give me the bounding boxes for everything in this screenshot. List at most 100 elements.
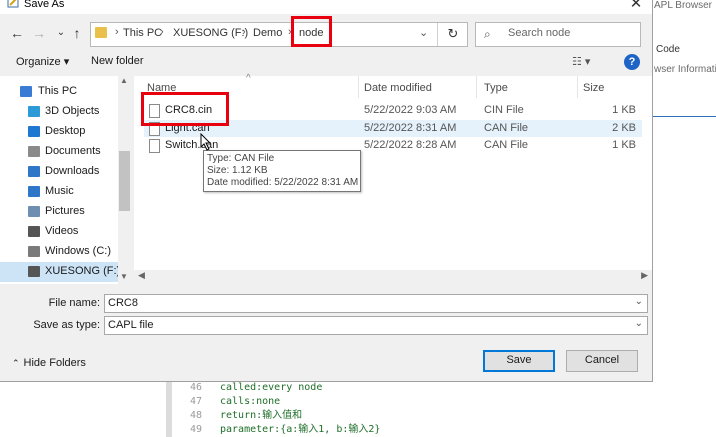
scroll-thumb[interactable] bbox=[119, 151, 130, 211]
desktop-icon bbox=[28, 126, 40, 137]
sort-arrow-icon: ^ bbox=[246, 73, 251, 84]
save-as-type-select[interactable]: CAPL file ⌄ bbox=[104, 316, 648, 335]
tooltip-modified: Date modified: 5/22/2022 8:31 AM bbox=[207, 177, 359, 188]
nav-item-downloads[interactable]: Downloads bbox=[0, 162, 118, 182]
line-number: 49 bbox=[190, 424, 203, 435]
column-type-header[interactable]: Type bbox=[484, 82, 508, 94]
code-lines: 46 called:every node 47 calls:none 48 retur… bbox=[190, 381, 380, 437]
code-line: 49 parameter:{a:输入1, b:输入2} bbox=[190, 423, 380, 437]
chevron-down-icon[interactable]: ⌄ bbox=[635, 296, 643, 307]
file-date: 5/22/2022 9:03 AM bbox=[364, 104, 457, 116]
column-date-header[interactable]: Date modified bbox=[364, 82, 432, 94]
scroll-up-icon[interactable]: ▲ bbox=[120, 76, 128, 85]
videos-icon bbox=[28, 226, 40, 237]
column-size-header[interactable]: Size bbox=[583, 82, 604, 94]
search-input[interactable]: ⌕ Search node bbox=[475, 22, 641, 47]
breadcrumb-drive[interactable]: XUESONG (F:) bbox=[173, 27, 248, 39]
nav-item-xuesong-f[interactable]: XUESONG (F:) bbox=[0, 262, 120, 282]
highlight-box-crc8 bbox=[141, 92, 229, 126]
hide-folders-button[interactable]: ⌃ Hide Folders bbox=[12, 357, 86, 369]
nav-item-3d-objects[interactable]: 3D Objects bbox=[0, 102, 118, 122]
chevron-right-icon: › bbox=[160, 26, 164, 38]
this-pc-icon bbox=[20, 86, 32, 97]
music-icon bbox=[28, 186, 40, 197]
chevron-down-icon[interactable]: ⌄ bbox=[635, 318, 643, 329]
save-as-icon bbox=[7, 0, 19, 8]
save-as-type-value: CAPL file bbox=[108, 319, 154, 331]
up-icon[interactable]: ↑ bbox=[68, 23, 86, 43]
nav-scrollbar[interactable]: ▲ ▼ bbox=[118, 76, 131, 284]
file-date: 5/22/2022 8:31 AM bbox=[364, 122, 457, 134]
column-divider bbox=[358, 76, 359, 98]
view-options-icon[interactable]: ☷ ▾ bbox=[572, 55, 590, 68]
downloads-icon bbox=[28, 166, 40, 177]
address-divider bbox=[437, 23, 438, 46]
save-button[interactable]: Save bbox=[483, 350, 555, 372]
file-type: CAN File bbox=[484, 122, 529, 134]
column-divider bbox=[476, 76, 477, 98]
chevron-right-icon: › bbox=[115, 26, 119, 38]
line-number: 46 bbox=[190, 382, 203, 393]
line-number: 47 bbox=[190, 396, 203, 407]
file-icon bbox=[149, 139, 160, 153]
refresh-icon[interactable]: ↻ bbox=[441, 22, 465, 45]
line-number: 48 bbox=[190, 410, 203, 421]
new-folder-button[interactable]: New folder bbox=[91, 55, 144, 67]
nav-item-this-pc[interactable]: This PC bbox=[0, 82, 118, 102]
panel-title: APL Browser bbox=[654, 0, 712, 11]
address-bar[interactable]: › This PC › XUESONG (F:) › Demo › node ⌄ bbox=[90, 22, 468, 47]
editor-gutter bbox=[166, 381, 172, 437]
code-text: parameter:{a:输入1, b:输入2} bbox=[220, 424, 381, 435]
nav-item-desktop[interactable]: Desktop bbox=[0, 122, 118, 142]
nav-item-documents[interactable]: Documents bbox=[0, 142, 118, 162]
nav-item-label: Desktop bbox=[45, 125, 86, 137]
cancel-button[interactable]: Cancel bbox=[566, 350, 638, 372]
back-icon[interactable]: ← bbox=[8, 23, 26, 43]
dialog-title: Save As bbox=[24, 0, 65, 10]
info-label: wser Informatio bbox=[654, 64, 716, 75]
search-icon: ⌕ bbox=[484, 27, 491, 41]
scroll-down-icon[interactable]: ▼ bbox=[120, 272, 128, 281]
code-text: calls:none bbox=[220, 396, 281, 407]
nav-item-label: 3D Objects bbox=[45, 105, 100, 117]
navigation-pane: This PC 3D Objects Desktop Documents Dow… bbox=[0, 76, 131, 284]
drive-icon bbox=[28, 246, 40, 257]
scroll-right-icon[interactable]: ▶ bbox=[641, 270, 648, 281]
nav-item-videos[interactable]: Videos bbox=[0, 222, 118, 242]
horizontal-scrollbar[interactable]: ◀ ▶ bbox=[134, 270, 652, 284]
breadcrumb-demo[interactable]: Demo bbox=[253, 27, 282, 39]
file-type: CIN File bbox=[484, 104, 524, 116]
breadcrumb-this-pc[interactable]: This PC bbox=[123, 27, 162, 39]
code-line: 48 return:输入值和 bbox=[190, 409, 380, 423]
help-icon[interactable]: ? bbox=[624, 54, 640, 70]
hide-folders-label: Hide Folders bbox=[23, 357, 86, 369]
save-as-type-label: Save as type: bbox=[33, 319, 100, 331]
tooltip-size: Size: 1.12 KB bbox=[207, 165, 268, 176]
nav-item-music[interactable]: Music bbox=[0, 182, 118, 202]
nav-item-pictures[interactable]: Pictures bbox=[0, 202, 118, 222]
highlight-box-node bbox=[291, 16, 332, 47]
nav-item-label: Music bbox=[45, 185, 74, 197]
code-text: return:输入值和 bbox=[220, 410, 303, 421]
close-icon[interactable]: ✕ bbox=[626, 0, 646, 12]
documents-icon bbox=[28, 146, 40, 157]
file-size: 1 KB bbox=[612, 139, 636, 151]
search-placeholder: Search node bbox=[508, 27, 571, 39]
nav-item-label: Videos bbox=[45, 225, 79, 237]
chevron-up-icon: ⌃ bbox=[12, 358, 20, 368]
nav-item-label: Pictures bbox=[45, 205, 85, 217]
chevron-down-icon[interactable]: ⌄ bbox=[419, 26, 428, 39]
file-type: CAN File bbox=[484, 139, 529, 151]
nav-item-windows-c[interactable]: Windows (C:) bbox=[0, 242, 118, 262]
forward-icon[interactable]: → bbox=[30, 23, 48, 43]
column-divider bbox=[577, 76, 578, 98]
file-date: 5/22/2022 8:28 AM bbox=[364, 139, 457, 151]
background-app-panel: APL Browser Code wser Informatio bbox=[652, 0, 716, 437]
organize-button[interactable]: Organize ▾ bbox=[16, 55, 69, 68]
file-size: 2 KB bbox=[612, 122, 636, 134]
file-name-input[interactable]: CRC8 ⌄ bbox=[104, 294, 648, 313]
scroll-left-icon[interactable]: ◀ bbox=[138, 270, 145, 281]
code-editor: 46 called:every node 47 calls:none 48 retur… bbox=[0, 381, 716, 437]
code-label: Code bbox=[656, 44, 680, 55]
file-size: 1 KB bbox=[612, 104, 636, 116]
